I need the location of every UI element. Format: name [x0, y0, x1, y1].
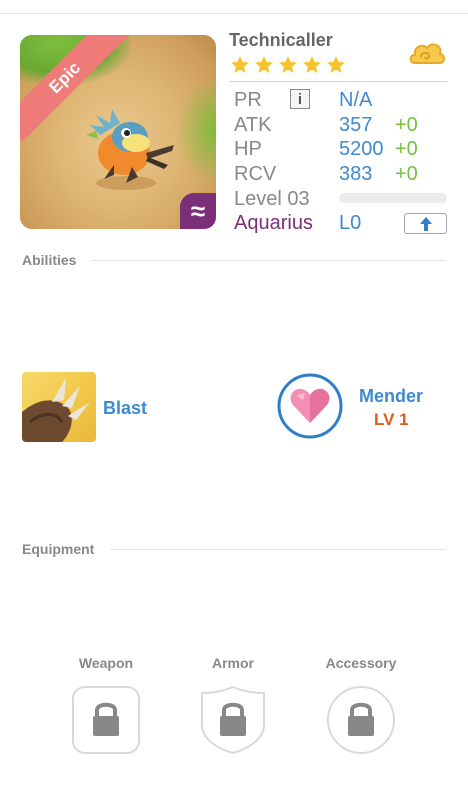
level-label: Level 03 — [234, 188, 310, 210]
abilities-title: Abilities — [22, 252, 77, 268]
blast-ability-name[interactable]: Blast — [103, 398, 147, 419]
star-icon — [327, 56, 345, 73]
element-badge: ≈ — [180, 193, 216, 229]
star-icon — [303, 56, 321, 73]
accessory-label: Accessory — [325, 655, 397, 671]
grass-decoration — [176, 75, 216, 185]
info-icon[interactable]: i — [290, 89, 310, 109]
monster-name: Technicaller — [229, 30, 333, 50]
monster-creature-icon — [86, 109, 174, 190]
upgrade-button[interactable] — [404, 213, 447, 234]
water-element-icon: ≈ — [190, 196, 206, 226]
claw-icon — [22, 378, 90, 442]
monster-portrait[interactable]: Epic ≈ — [20, 35, 216, 229]
accessory-slot[interactable] — [326, 685, 396, 755]
hp-bonus: +0 — [395, 138, 418, 160]
weapon-label: Weapon — [78, 655, 134, 671]
star-icon — [255, 56, 273, 73]
pr-label: PR — [234, 89, 262, 111]
star-rating — [230, 55, 346, 75]
stats-divider — [229, 81, 447, 82]
mender-ability-level: LV 1 — [374, 410, 409, 429]
atk-label: ATK — [234, 114, 272, 136]
equipment-divider — [110, 549, 446, 550]
level-progress-bar — [339, 193, 447, 203]
hp-label: HP — [234, 138, 262, 160]
pr-value: N/A — [339, 89, 373, 111]
sign-level: L0 — [339, 212, 362, 234]
top-divider — [0, 13, 468, 14]
armor-label: Armor — [211, 655, 254, 671]
rcv-value: 383 — [339, 163, 373, 185]
armor-slot[interactable] — [198, 685, 268, 755]
atk-value: 357 — [339, 114, 373, 136]
coin-cloud-icon[interactable] — [407, 37, 447, 71]
star-icon — [231, 56, 249, 73]
atk-bonus: +0 — [395, 114, 418, 136]
mender-ability-name[interactable]: Mender — [359, 386, 423, 407]
weapon-slot[interactable] — [71, 685, 141, 755]
sign-label: Aquarius — [234, 212, 313, 234]
mender-heart-icon[interactable] — [277, 373, 343, 439]
rcv-bonus: +0 — [395, 163, 418, 185]
hp-value: 5200 — [339, 138, 384, 160]
equipment-title: Equipment — [22, 541, 95, 557]
abilities-divider — [92, 260, 446, 261]
blast-ability-icon[interactable] — [22, 372, 96, 442]
rcv-label: RCV — [234, 163, 277, 185]
up-arrow-icon — [419, 216, 432, 231]
star-icon — [279, 56, 297, 73]
